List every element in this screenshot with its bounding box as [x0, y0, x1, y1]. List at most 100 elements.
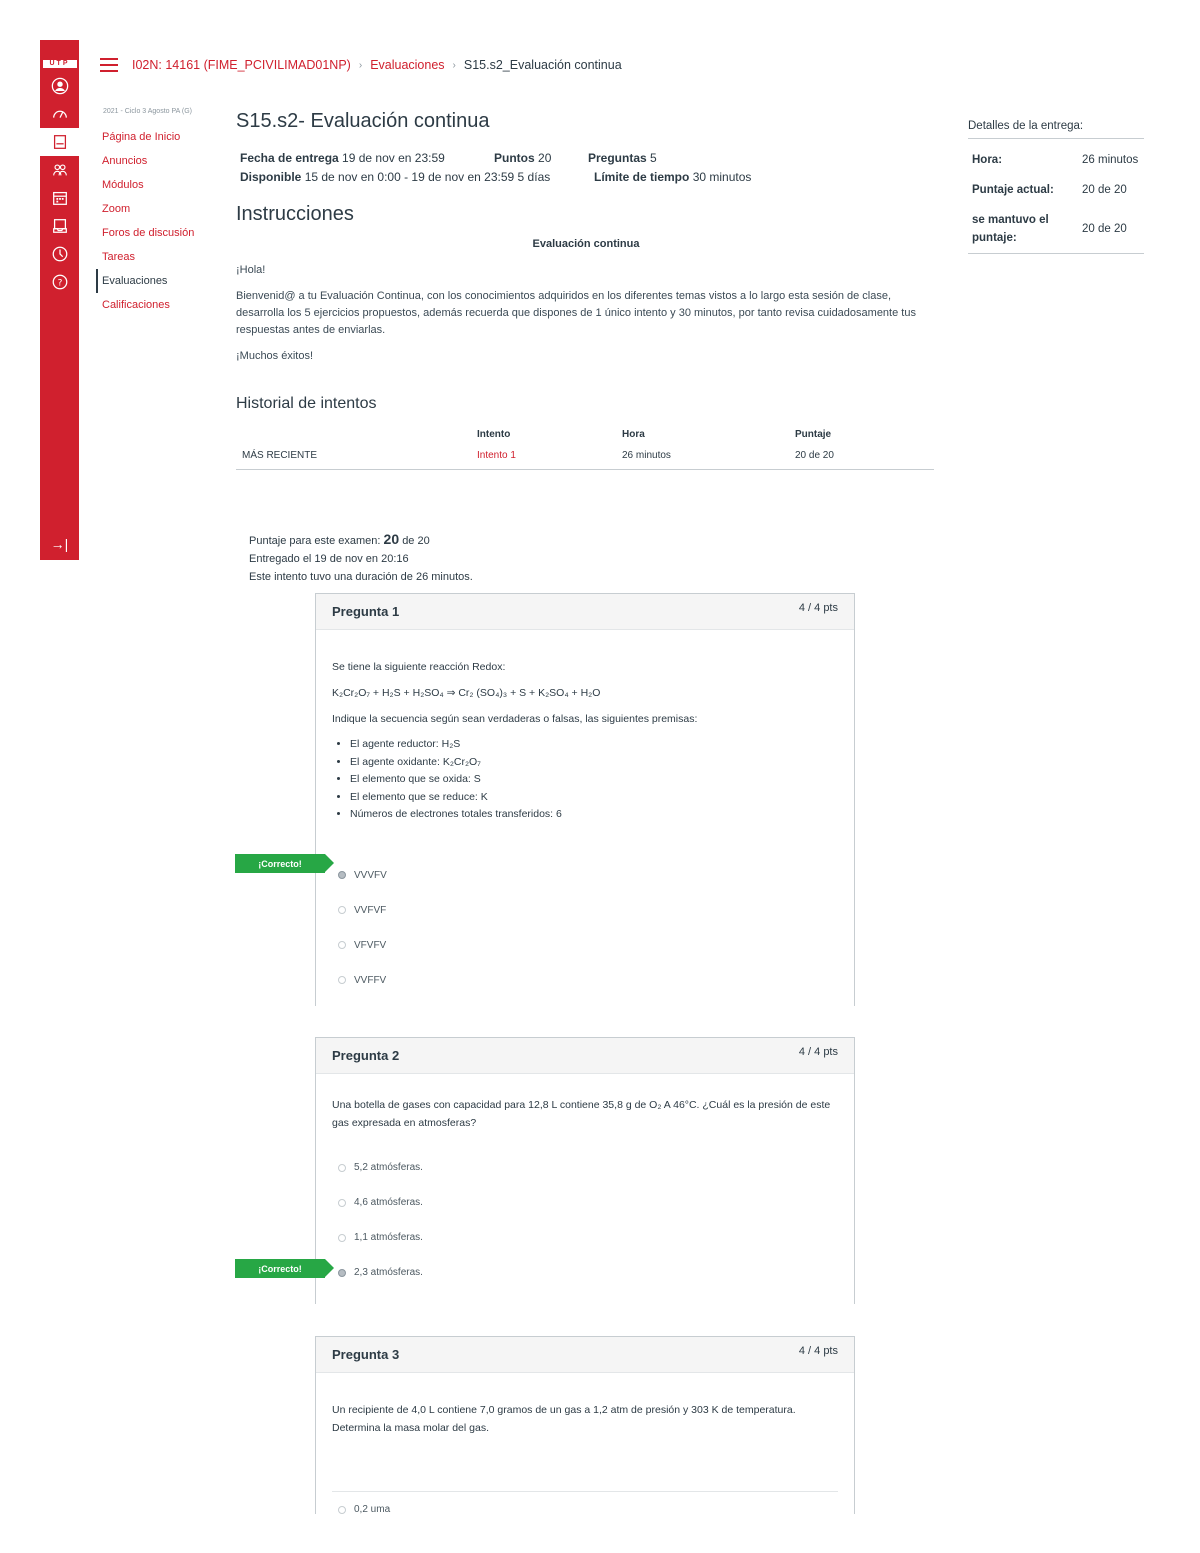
time-limit-label: Límite de tiempo [594, 170, 690, 184]
correct-badge: ¡Correcto! [235, 1259, 334, 1278]
answer-label: VVVFV [354, 869, 387, 881]
answer-option[interactable]: VFVFV [316, 928, 854, 963]
collapse-nav-icon[interactable]: →| [40, 536, 79, 552]
answer-option[interactable]: 2,3 atmósferas. [316, 1255, 854, 1290]
instructions-body: Bienvenid@ a tu Evaluación Continua, con… [236, 290, 916, 336]
score-value: 20 [383, 531, 400, 547]
list-item: El elemento que se oxida: S [350, 771, 838, 789]
answer-option[interactable]: VVFVF [316, 893, 854, 928]
history-row-attempt-link[interactable]: Intento 1 [471, 444, 616, 470]
details-row: Hora: 26 minutos [968, 145, 1144, 175]
available-label: Disponible [240, 170, 302, 184]
radio-icon [338, 1198, 346, 1207]
history-col-puntaje: Puntaje [795, 429, 832, 440]
question-2: Pregunta 2 4 / 4 pts Una botella de gase… [315, 1037, 855, 1304]
question-3: Pregunta 3 4 / 4 pts Un recipiente de 4,… [315, 1336, 855, 1515]
course-nav-zoom[interactable]: Zoom [96, 197, 216, 221]
details-row: Puntaje actual: 20 de 20 [968, 175, 1144, 205]
help-icon[interactable]: ? [40, 268, 79, 296]
answer-option[interactable]: VVFFV [316, 963, 854, 998]
questions-value: 5 [650, 151, 657, 165]
breadcrumb-course[interactable]: I02N: 14161 (FIME_PCIVILIMAD01NP) [132, 58, 351, 72]
list-item: El agente oxidante: K₂Cr₂O₇ [350, 754, 838, 772]
instructions-subheading: Evaluación continua [532, 238, 640, 250]
utp-logo[interactable]: UTP [40, 40, 79, 72]
hamburger-menu-icon[interactable] [100, 58, 118, 72]
answer-option[interactable]: 5,2 atmósferas. [316, 1150, 854, 1185]
inbox-icon[interactable] [40, 212, 79, 240]
instructions-heading: Instrucciones [236, 203, 354, 225]
course-nav-modulos[interactable]: Módulos [96, 173, 216, 197]
history-icon[interactable] [40, 240, 79, 268]
breadcrumb-current: S15.s2_Evaluación continua [463, 58, 622, 72]
history-col-intento: Intento [477, 429, 511, 440]
instructions-greeting: ¡Hola! [236, 264, 266, 276]
details-key: Puntaje actual: [972, 184, 1054, 196]
details-row: se mantuvo el puntaje: 20 de 20 [968, 205, 1144, 254]
radio-icon [338, 1233, 346, 1242]
answer-option[interactable]: 1,1 atmósferas. [316, 1220, 854, 1255]
submission-details: Detalles de la entrega: Hora: 26 minutos… [968, 120, 1144, 254]
courses-icon[interactable] [40, 128, 79, 156]
answer-label: 2,3 atmósferas. [354, 1267, 423, 1278]
answer-option[interactable]: 4,6 atmósferas. [316, 1185, 854, 1220]
details-key: Hora: [972, 154, 1003, 166]
question-points: 4 / 4 pts [798, 602, 838, 614]
answer-label: VVFVF [354, 904, 387, 916]
course-nav-inicio[interactable]: Página de Inicio [96, 125, 216, 149]
points-label: Puntos [494, 151, 535, 165]
question-header: Pregunta 1 4 / 4 pts [316, 594, 854, 630]
answer-label: 1,1 atmósferas. [354, 1232, 423, 1243]
submitted-text: Entregado el 19 de nov en 20:16 [249, 553, 409, 565]
answer-label: 4,6 atmósferas. [354, 1197, 423, 1208]
question-points: 4 / 4 pts [798, 1046, 838, 1058]
list-item: Números de electrones totales transferid… [350, 806, 838, 824]
list-item: El agente reductor: H₂S [350, 736, 838, 754]
answer-label: 5,2 atmósferas. [354, 1162, 423, 1173]
question-name: Pregunta 2 [332, 1048, 400, 1063]
details-value: 26 minutos [1082, 154, 1139, 166]
due-label: Fecha de entrega [240, 151, 339, 165]
available-days: 5 días [517, 170, 551, 184]
history-row-score: 20 de 20 [789, 444, 934, 470]
dashboard-icon[interactable] [40, 100, 79, 128]
premises-list: El agente reductor: H₂S El agente oxidan… [350, 736, 838, 824]
course-nav-foros[interactable]: Foros de discusión [96, 221, 216, 245]
course-nav-anuncios[interactable]: Anuncios [96, 149, 216, 173]
answer-option[interactable]: VVVFV [316, 858, 854, 893]
instructions-closing: ¡Muchos éxitos! [236, 350, 314, 362]
breadcrumb-separator-icon: › [452, 59, 456, 71]
details-value: 20 de 20 [1082, 184, 1127, 196]
calendar-icon[interactable] [40, 184, 79, 212]
course-nav-calificaciones[interactable]: Calificaciones [96, 293, 216, 317]
list-item: El elemento que se reduce: K [350, 789, 838, 807]
table-row: MÁS RECIENTE Intento 1 26 minutos 20 de … [236, 444, 934, 470]
groups-icon[interactable] [40, 156, 79, 184]
details-heading: Detalles de la entrega: [968, 120, 1144, 139]
answer-option[interactable]: 0,2 uma [316, 1492, 854, 1527]
history-row-time: 26 minutos [616, 444, 789, 470]
radio-icon [338, 1163, 346, 1172]
question-text: Un recipiente de 4,0 L contiene 7,0 gram… [332, 1404, 796, 1434]
global-nav: UTP ? →| [40, 40, 79, 560]
svg-text:?: ? [57, 279, 62, 289]
quiz-meta: Fecha de entrega 19 de nov en 23:59 Punt… [236, 149, 936, 187]
course-nav-evaluaciones[interactable]: Evaluaciones [96, 269, 216, 293]
question-text: Se tiene la siguiente reacción Redox: [332, 661, 506, 673]
answer-label: VVFFV [354, 974, 387, 986]
logo-text: UTP [42, 60, 77, 68]
details-value: 20 de 20 [1078, 205, 1144, 254]
breadcrumb-evaluaciones[interactable]: Evaluaciones [370, 58, 444, 72]
course-nav-tareas[interactable]: Tareas [96, 245, 216, 269]
radio-icon [338, 906, 346, 914]
attempt-history-table: Intento Hora Puntaje MÁS RECIENTE Intent… [236, 425, 934, 470]
course-nav: 2021 - Ciclo 3 Agosto PA (G) Página de I… [96, 108, 216, 317]
history-heading: Historial de intentos [236, 395, 377, 412]
quiz-main: S15.s2- Evaluación continua Fecha de ent… [236, 110, 936, 470]
points-value: 20 [538, 151, 552, 165]
account-icon[interactable] [40, 72, 79, 100]
available-value: 15 de nov en 0:00 - 19 de nov en 23:59 [304, 170, 515, 184]
correct-badge: ¡Correcto! [235, 854, 334, 873]
breadcrumb-separator-icon: › [358, 59, 363, 71]
page-title: S15.s2- Evaluación continua [236, 110, 490, 132]
